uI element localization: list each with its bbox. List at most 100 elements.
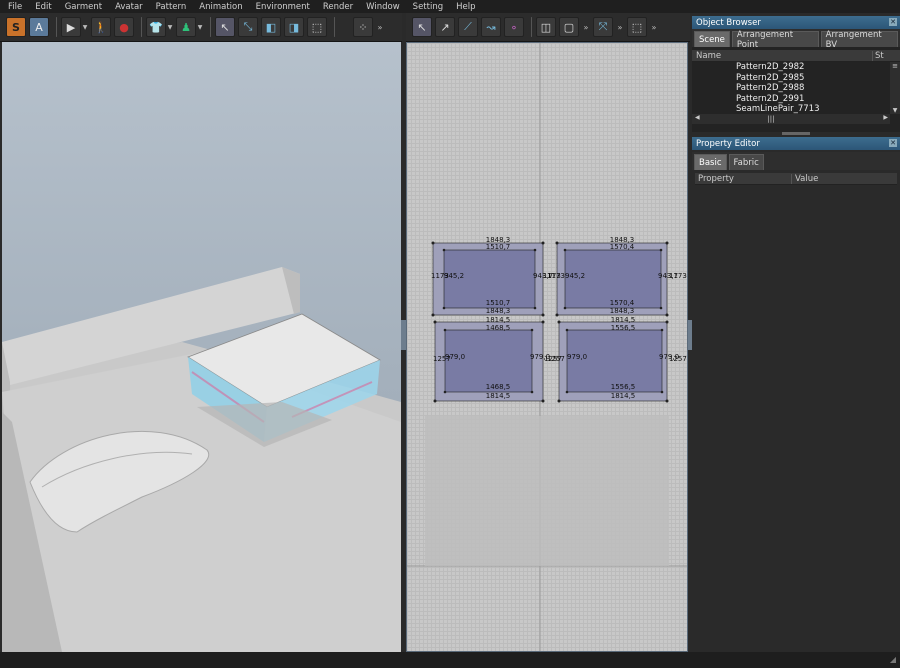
chevron-down-icon[interactable]: ▼ [197, 17, 203, 37]
arrow-left-icon[interactable]: ◀ [695, 114, 700, 121]
scroll-thumb[interactable]: ||| [766, 115, 776, 123]
list-item[interactable]: Pattern2D_2991 [692, 94, 900, 105]
arrow-down-icon[interactable]: ▼ [890, 107, 900, 114]
close-icon[interactable]: ✕ [889, 139, 897, 147]
pattern-2-top-inner-length: 1570,4 [609, 243, 635, 251]
object-browser-title: Object Browser ✕ [692, 16, 900, 29]
toolbar-separator [141, 17, 142, 37]
select-mesh-icon[interactable]: ⤡ [238, 17, 258, 37]
add-point-icon[interactable]: ∘ [504, 17, 524, 37]
play-icon[interactable]: ▶ [61, 17, 81, 37]
property-column-header: Property Value [695, 173, 897, 185]
menu-environment[interactable]: Environment [256, 2, 310, 12]
rectangle-icon[interactable]: ▢ [559, 17, 579, 37]
menu-edit[interactable]: Edit [35, 2, 51, 12]
tab-scene[interactable]: Scene [694, 31, 730, 47]
tab-arrangement-point[interactable]: Arrangement Point [731, 30, 819, 50]
object-browser-column-header: Name St [692, 50, 900, 62]
vertical-scrollbar[interactable]: ≡ ▼ [890, 62, 900, 114]
toolbar-more-icon[interactable]: » [650, 17, 658, 37]
points-grid-icon[interactable]: ⁘ [353, 17, 373, 37]
menu-bar: File Edit Garment Avatar Pattern Animati… [0, 0, 900, 13]
viewport-2d[interactable]: 1848,3 1510,7 1173 945,2 943,7 1173 1510… [406, 42, 688, 652]
list-item[interactable]: SeamLinePair_7713 [692, 104, 900, 114]
fold-arrangement-alt-icon[interactable]: ◨ [284, 17, 304, 37]
pattern-canvas [407, 43, 687, 651]
scene-3d-render [2, 267, 401, 652]
menu-animation[interactable]: Animation [199, 2, 242, 12]
chevron-down-icon[interactable]: ▼ [82, 17, 88, 37]
toolbar-separator [334, 17, 335, 37]
pattern-1-bottom-inner-length: 1510,7 [485, 299, 511, 307]
arrangement-icon[interactable]: ⬚ [627, 17, 647, 37]
tab-arrangement-bv[interactable]: Arrangement BV [820, 30, 898, 50]
menu-avatar[interactable]: Avatar [115, 2, 143, 12]
toolbar-more-icon[interactable]: » [376, 17, 384, 37]
edit-curve-point-icon[interactable]: ↝ [481, 17, 501, 37]
record-icon[interactable]: ● [114, 17, 134, 37]
garment-shirt-icon[interactable]: 👕 [146, 17, 166, 37]
close-icon[interactable]: ✕ [889, 18, 897, 26]
pattern-4-bottom-outer-length: 1814,5 [610, 392, 636, 400]
sewing-icon[interactable]: ⤧ [593, 17, 613, 37]
polygon-icon[interactable]: ◫ [536, 17, 556, 37]
pin-select-icon[interactable]: ⬚ [307, 17, 327, 37]
object-browser-tabs: Scene Arrangement Point Arrangement BV [692, 29, 900, 50]
pattern-2-left-inner-length: 945,2 [565, 272, 586, 280]
walking-avatar-icon[interactable]: 🚶 [91, 17, 111, 37]
menu-lines-icon[interactable]: ≡ [890, 62, 900, 70]
property-editor-panel: Property Editor ✕ Basic Fabric Property … [692, 137, 900, 652]
panel-resize-grip[interactable] [782, 132, 810, 135]
tab-fabric[interactable]: Fabric [728, 154, 764, 170]
column-value[interactable]: Value [791, 173, 818, 184]
toolbar-2d: ↖ ↗ ⟋ ↝ ∘ ◫ ▢ » ⤧ » ⬚ » [406, 13, 690, 42]
column-property[interactable]: Property [695, 174, 791, 184]
menu-setting[interactable]: Setting [413, 2, 443, 12]
toolbar-separator [531, 17, 532, 37]
chevron-down-icon[interactable]: ▼ [167, 17, 173, 37]
avatar-silhouette [425, 416, 669, 566]
menu-file[interactable]: File [8, 2, 22, 12]
edit-curvature-icon[interactable]: ⟋ [458, 17, 478, 37]
column-name[interactable]: Name [692, 51, 872, 61]
pattern-4-left-inner-length: 979,0 [567, 353, 588, 361]
menu-render[interactable]: Render [323, 2, 353, 12]
pattern-4-top-inner-length: 1556,5 [610, 324, 636, 332]
select-pointer-icon[interactable]: ↖ [215, 17, 235, 37]
menu-help[interactable]: Help [456, 2, 475, 12]
column-short[interactable]: St [872, 50, 884, 61]
menu-garment[interactable]: Garment [65, 2, 102, 12]
pattern-2-right-outer-length: 1173,1 [669, 272, 687, 280]
menu-window[interactable]: Window [366, 2, 400, 12]
tab-basic[interactable]: Basic [694, 154, 727, 170]
toolbar-more-icon[interactable]: » [582, 17, 590, 37]
list-item[interactable]: Pattern2D_2982 [692, 62, 900, 73]
pattern-3-top-inner-length: 1468,5 [485, 324, 511, 332]
viewport-splitter-handle[interactable] [401, 320, 406, 350]
list-item[interactable]: Pattern2D_2988 [692, 83, 900, 94]
status-bar: ◢ [0, 652, 900, 668]
property-editor-title: Property Editor ✕ [692, 137, 900, 150]
toolbar-separator [210, 17, 211, 37]
pattern-3-bottom-outer-length: 1814,5 [485, 392, 511, 400]
avatar-figure-icon[interactable]: ♟ [176, 17, 196, 37]
resize-grip-icon[interactable]: ◢ [890, 655, 896, 664]
property-editor-tabs: Basic Fabric [692, 152, 900, 170]
transform-pattern-icon[interactable]: ↖ [412, 17, 432, 37]
menu-pattern[interactable]: Pattern [156, 2, 187, 12]
simulation-mode-button[interactable]: S [6, 17, 26, 37]
arrow-right-icon[interactable]: ▶ [883, 114, 888, 121]
edit-point-icon[interactable]: ↗ [435, 17, 455, 37]
fold-arrangement-icon[interactable]: ◧ [261, 17, 281, 37]
viewport-3d[interactable] [2, 42, 401, 652]
pattern-3-bottom-inner-length: 1468,5 [485, 383, 511, 391]
list-item[interactable]: Pattern2D_2985 [692, 73, 900, 84]
pattern-3-top-outer-length: 1814,5 [485, 316, 511, 324]
pattern-4-bottom-inner-length: 1556,5 [610, 383, 636, 391]
animation-mode-button[interactable]: A [29, 17, 49, 37]
toolbar-more-icon[interactable]: » [616, 17, 624, 37]
object-browser-panel: Object Browser ✕ Scene Arrangement Point… [692, 16, 900, 135]
pattern-4-right-outer-length: 1257,5 [669, 355, 687, 363]
horizontal-scrollbar[interactable]: ◀ ||| ▶ [692, 114, 890, 124]
pattern-2-bottom-inner-length: 1570,4 [609, 299, 635, 307]
